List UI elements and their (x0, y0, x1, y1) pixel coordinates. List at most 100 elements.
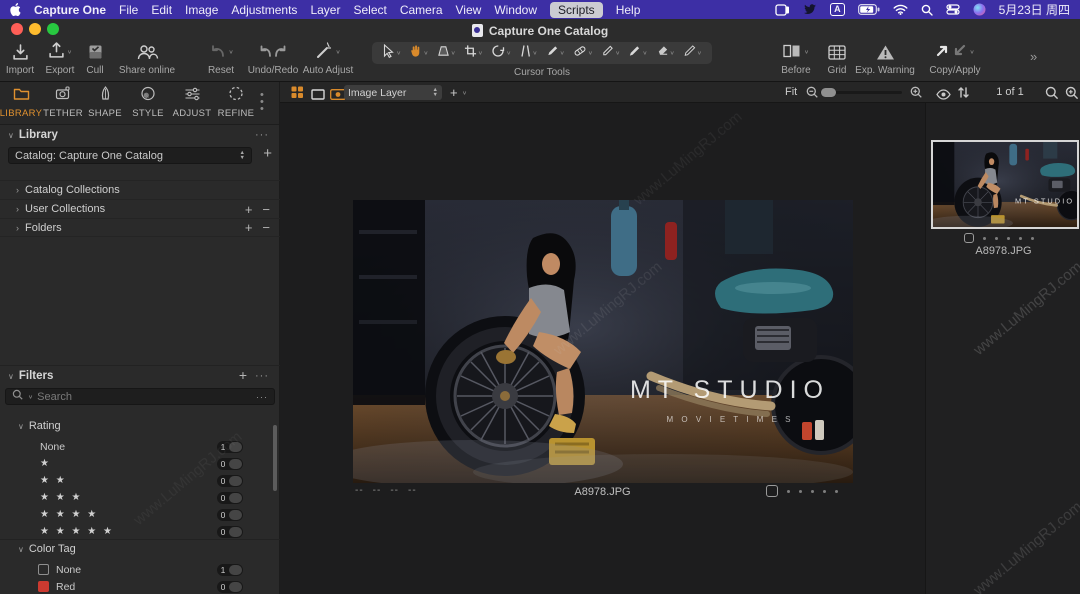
add-collection-button[interactable]: + (245, 203, 253, 216)
clone-tool[interactable]: ∨ (601, 44, 620, 63)
menu-item-file[interactable]: File (119, 3, 138, 17)
rating-dot[interactable] (995, 237, 998, 240)
display-icon[interactable] (775, 4, 790, 16)
filters-section-header[interactable]: ∨Filters (8, 370, 53, 382)
color-tag-box[interactable] (766, 485, 778, 497)
filter-row-rating-none[interactable]: None 1 (0, 438, 272, 455)
grid-button[interactable]: Grid (822, 42, 852, 76)
catalog-selector[interactable]: Catalog: Capture One Catalog ▲▼ (8, 147, 252, 164)
search-input[interactable] (37, 391, 252, 403)
input-method-indicator[interactable]: A (830, 3, 845, 16)
export-button[interactable]: ∨ Export (40, 42, 80, 76)
tab-refine[interactable]: REFINE (215, 86, 257, 119)
main-photo[interactable]: MT STUDIO M O V I E T I M E S (353, 200, 853, 483)
filter-row-colortag-red[interactable]: Red 0 (0, 578, 272, 594)
sidebar-item-folders[interactable]: › Folders +− (0, 218, 280, 237)
keystone-tool[interactable]: ∨ (519, 44, 537, 63)
color-tag-box[interactable] (964, 233, 974, 243)
loupe-tool[interactable]: ∨ (437, 44, 456, 63)
gradient-mask-tool[interactable]: ∨ (683, 44, 702, 63)
tab-style[interactable]: STYLE (127, 86, 169, 119)
remove-collection-button[interactable]: − (262, 203, 270, 216)
tab-shape[interactable]: SHAPE (84, 86, 126, 119)
layer-selector[interactable]: Image Layer ▲▼ (344, 85, 442, 100)
sidebar-item-catalog-collections[interactable]: › Catalog Collections (0, 180, 280, 199)
tab-overflow-button[interactable]: ••• (260, 92, 264, 113)
add-catalog-button[interactable]: + (263, 147, 272, 160)
crop-tool[interactable]: ∨ (464, 44, 483, 63)
control-center-icon[interactable] (946, 4, 960, 15)
sidebar-item-user-collections[interactable]: › User Collections +− (0, 199, 280, 218)
auto-adjust-button[interactable]: ∨ Auto Adjust (300, 42, 356, 76)
thumbnail-selected[interactable]: MT STUDIO (931, 140, 1079, 229)
import-button[interactable]: Import (2, 42, 38, 76)
zoom-slider-knob[interactable] (821, 88, 836, 97)
draw-mask-tool[interactable]: ∨ (628, 44, 647, 63)
before-button[interactable]: ∨ Before (770, 42, 822, 76)
filter-count-badge[interactable]: 0 (217, 492, 243, 504)
filter-row-rating-2[interactable]: ★ ★ 0 (0, 472, 272, 489)
menu-item-window[interactable]: Window (494, 3, 537, 17)
menu-bar-date[interactable]: 5月23日 周四 (999, 1, 1070, 18)
spot-tool[interactable]: ∨ (546, 44, 565, 63)
share-online-button[interactable]: Share online (110, 42, 184, 76)
filter-count-badge[interactable]: 0 (217, 509, 243, 521)
select-tool[interactable]: ∨ (382, 44, 401, 63)
filter-count-badge[interactable]: 1 (217, 441, 243, 453)
rotate-tool[interactable]: ∨ (491, 44, 511, 63)
library-section-header[interactable]: ∨Library (8, 129, 58, 141)
filter-row-rating-5[interactable]: ★ ★ ★ ★ ★ 0 (0, 523, 272, 540)
reset-button[interactable]: ∨ Reset (198, 42, 244, 76)
apple-menu-icon[interactable] (10, 3, 21, 16)
filter-count-badge[interactable]: 0 (217, 581, 243, 593)
rating-dot[interactable] (823, 490, 826, 493)
battery-icon[interactable] (858, 4, 880, 15)
rating-dot[interactable] (835, 490, 838, 493)
filter-count-badge[interactable]: 1 (217, 564, 243, 576)
zoom-out-icon[interactable] (806, 86, 819, 104)
undo-redo-button[interactable]: Undo/Redo (246, 42, 300, 76)
remove-folder-button[interactable]: − (262, 221, 270, 234)
search-options-button[interactable]: ··· (256, 392, 268, 402)
heal-tool[interactable]: ∨ (573, 44, 593, 63)
multi-view-icon[interactable] (291, 86, 304, 104)
exposure-warning-button[interactable]: Exp. Warning (854, 42, 916, 76)
menu-item-view[interactable]: View (456, 3, 482, 17)
sort-icon[interactable] (957, 86, 970, 104)
zoom-slider[interactable] (820, 91, 902, 94)
add-folder-button[interactable]: + (245, 221, 253, 234)
menu-item-edit[interactable]: Edit (151, 3, 172, 17)
spotlight-search-icon[interactable] (921, 4, 933, 16)
tab-tether[interactable]: TETHER (42, 86, 84, 119)
rating-dot[interactable] (983, 237, 986, 240)
filter-row-colortag-none[interactable]: None 1 (0, 561, 272, 578)
rating-dot[interactable] (1019, 237, 1022, 240)
library-menu-button[interactable]: ··· (255, 129, 269, 141)
menu-item-help[interactable]: Help (616, 3, 641, 17)
filter-row-rating-1[interactable]: ★ 0 (0, 455, 272, 472)
siri-icon[interactable] (973, 3, 986, 16)
rating-dot[interactable] (1031, 237, 1034, 240)
rating-dot[interactable] (799, 490, 802, 493)
menu-item-select[interactable]: Select (353, 3, 386, 17)
menu-item-camera[interactable]: Camera (400, 3, 443, 17)
sidebar-scrollbar[interactable] (273, 425, 277, 491)
add-layer-button[interactable]: + (450, 85, 458, 100)
color-tag-group-header[interactable]: ∨Color Tag (18, 543, 76, 555)
tab-library[interactable]: LIBRARY (0, 86, 42, 119)
filter-row-rating-3[interactable]: ★ ★ ★ 0 (0, 489, 272, 506)
zoom-mode-label[interactable]: Fit (785, 86, 797, 98)
toolbar-overflow-button[interactable]: » (1030, 49, 1037, 64)
cull-button[interactable]: Cull (80, 42, 110, 76)
zoom-in-icon[interactable] (910, 86, 923, 104)
erase-mask-tool[interactable]: ∨ (656, 44, 675, 63)
filter-row-rating-4[interactable]: ★ ★ ★ ★ 0 (0, 506, 272, 523)
filters-menu-button[interactable]: ··· (255, 370, 269, 382)
menu-item-layer[interactable]: Layer (310, 3, 340, 17)
menu-item-app[interactable]: Capture One (34, 3, 106, 17)
add-filter-button[interactable]: + (239, 369, 247, 382)
menu-item-adjustments[interactable]: Adjustments (231, 3, 297, 17)
tab-adjust[interactable]: ADJUST (171, 86, 213, 119)
copy-apply-button[interactable]: ∨ Copy/Apply (922, 42, 988, 76)
hand-tool[interactable]: ∨ (409, 44, 428, 63)
